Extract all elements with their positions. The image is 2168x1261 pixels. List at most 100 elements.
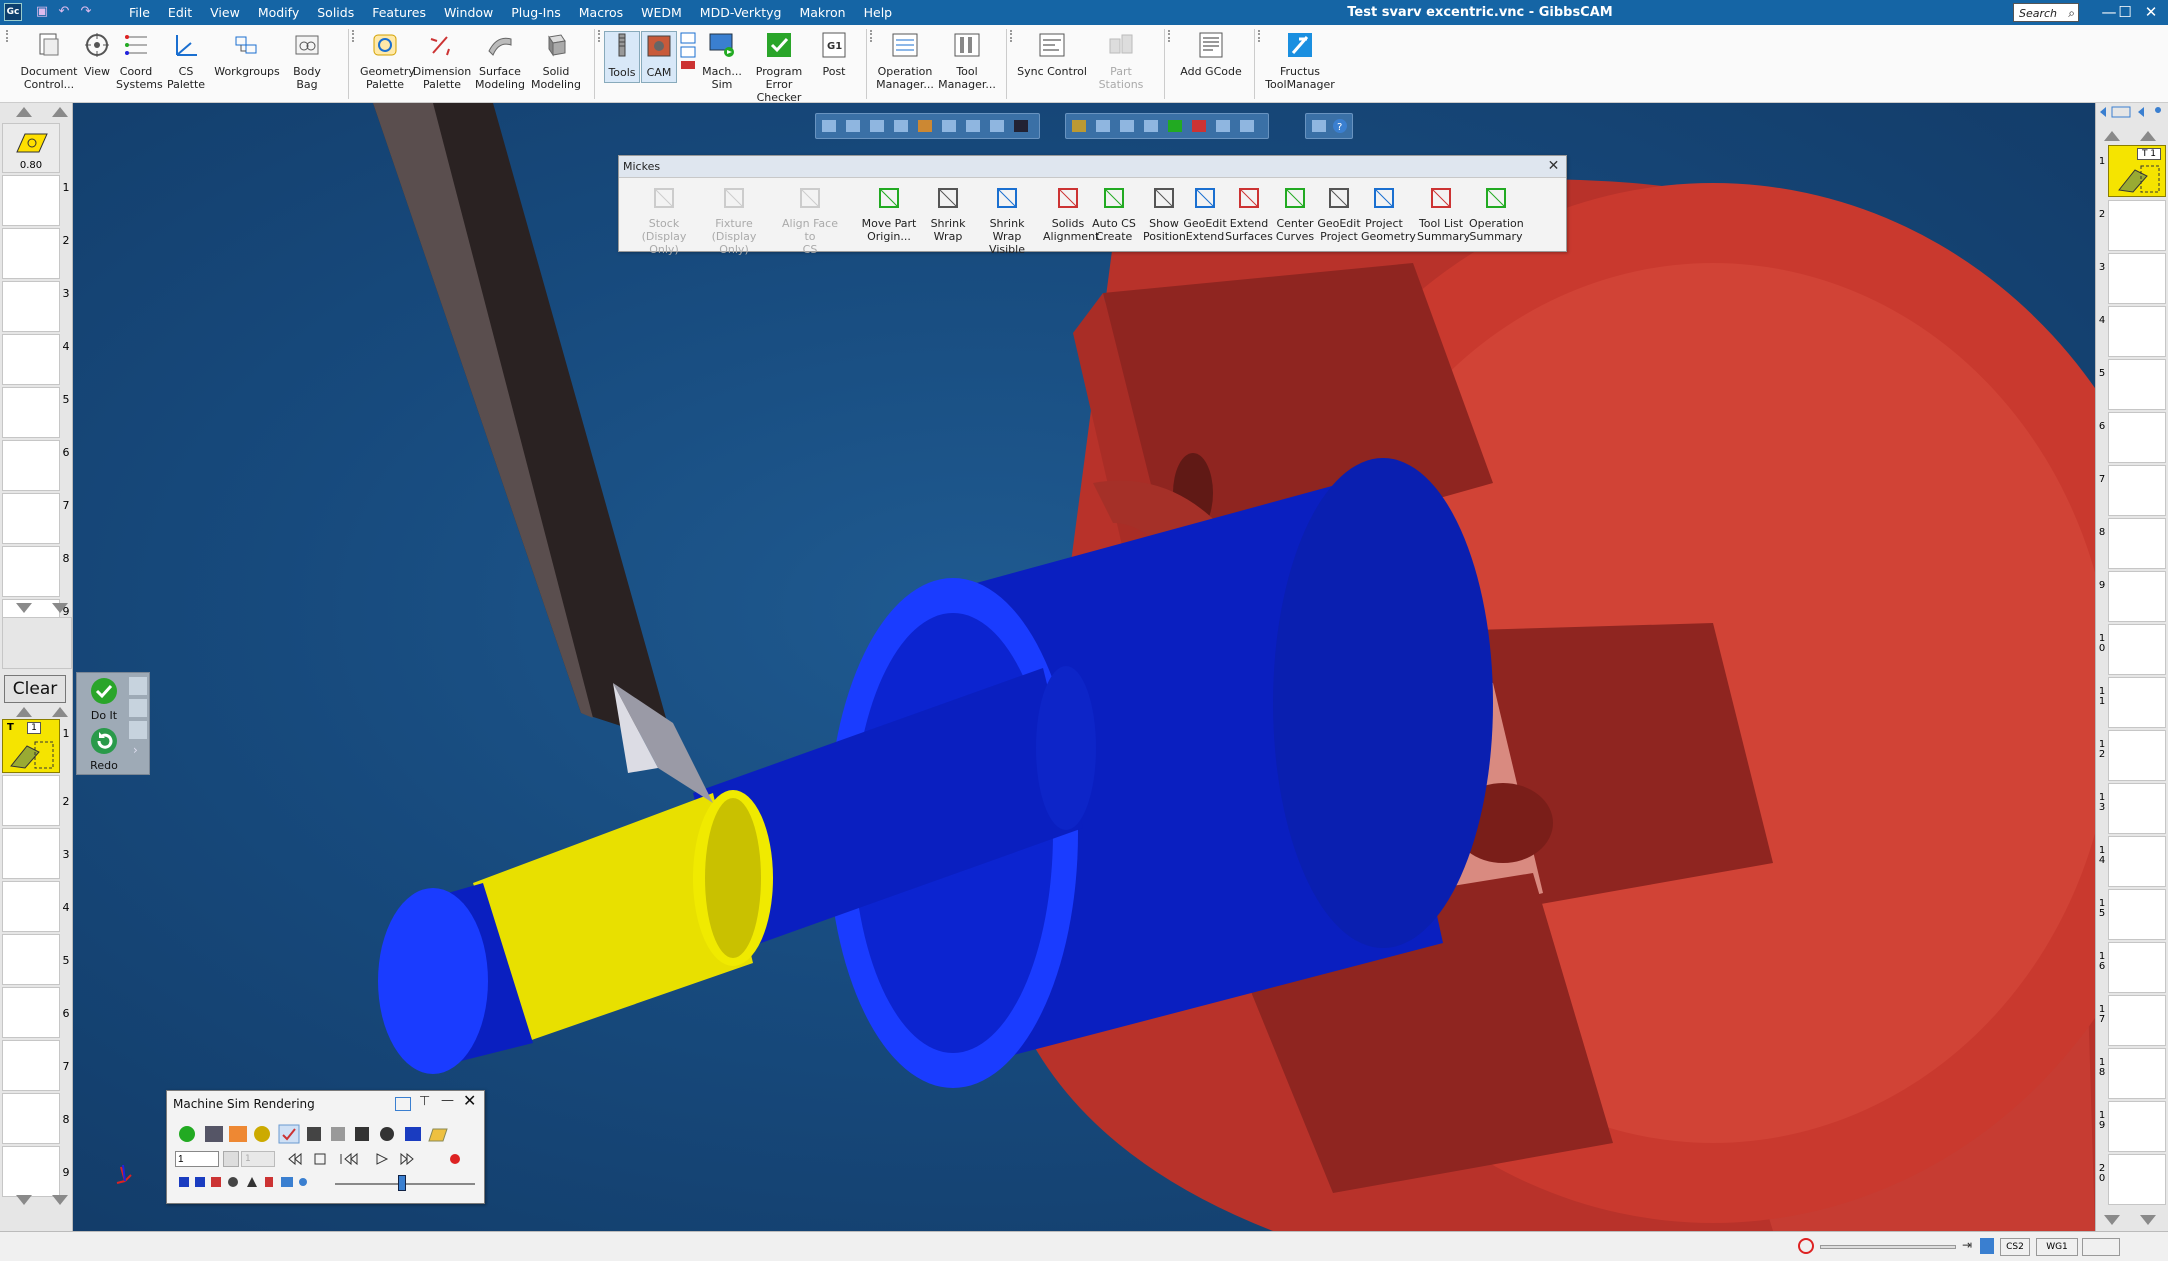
undo-icon[interactable]: ↶ [56, 4, 72, 20]
playback-controls[interactable] [285, 1151, 475, 1167]
tile-slot[interactable] [2, 1040, 60, 1091]
tile-slot[interactable] [2108, 624, 2166, 675]
tile-slot[interactable] [2108, 412, 2166, 463]
open-icon[interactable] [129, 699, 147, 717]
scroll-up-icon[interactable] [2104, 131, 2120, 141]
tile-slot[interactable] [2, 987, 60, 1038]
view-mode-icons[interactable] [177, 1173, 317, 1191]
tile-slot[interactable] [2, 546, 60, 597]
cam-sub-icons[interactable] [678, 29, 700, 76]
status-cs[interactable]: CS2 [2000, 1238, 2030, 1256]
scroll-up-icon[interactable] [52, 107, 68, 117]
trash-icon[interactable] [1980, 1238, 1994, 1254]
tile-slot[interactable] [2, 387, 60, 438]
tile-slot[interactable] [2108, 1101, 2166, 1152]
save-icon[interactable] [129, 721, 147, 739]
3d-viewport[interactable]: ? [73, 103, 2095, 1231]
tool-manager-button[interactable]: Tool Manager... [936, 31, 998, 91]
expand-icon[interactable]: › [133, 743, 138, 757]
tile-slot[interactable] [2108, 518, 2166, 569]
menu-wedm[interactable]: WEDM [632, 0, 691, 25]
close-button[interactable]: ✕ [2134, 0, 2168, 25]
menu-view[interactable]: View [201, 0, 249, 25]
status-indicator[interactable] [2082, 1238, 2120, 1256]
tile-slot[interactable] [2, 1093, 60, 1144]
app-icon[interactable]: Gc [4, 3, 22, 21]
menu-file[interactable]: File [120, 0, 159, 25]
speed-slider-thumb[interactable] [398, 1175, 407, 1191]
step-input[interactable] [175, 1151, 219, 1167]
scroll-down-icon[interactable] [2140, 1215, 2156, 1225]
solid-modeling-button[interactable]: Solid Modeling [528, 31, 584, 91]
tile-slot[interactable] [2, 1146, 60, 1197]
operation-summary-button[interactable]: Operation Summary [1469, 184, 1524, 243]
show-position-button[interactable]: Show Position [1143, 184, 1186, 243]
menu-solids[interactable]: Solids [308, 0, 363, 25]
scroll-down-icon[interactable] [16, 603, 32, 613]
tile-slot[interactable] [2108, 306, 2166, 357]
geometry-tile[interactable]: 0.80 [2, 123, 60, 173]
tile-slot[interactable] [2108, 889, 2166, 940]
document-control-button[interactable]: Document Control... [20, 31, 78, 91]
extend-surfaces-button[interactable]: Extend Surfaces [1225, 184, 1273, 243]
redo-icon[interactable]: ↷ [78, 4, 94, 20]
tile-slot[interactable] [2108, 253, 2166, 304]
solids-alignment-button[interactable]: Solids Alignment [1043, 184, 1099, 243]
fructus-toolmanager-button[interactable]: Fructus ToolManager [1262, 31, 1338, 91]
scroll-up-icon[interactable] [16, 107, 32, 117]
tool-list-button[interactable]: Tool List Summary [1417, 184, 1470, 243]
tile-slot[interactable] [2, 175, 60, 226]
step-select[interactable]: 1 [241, 1151, 275, 1167]
scroll-up-icon[interactable] [2140, 131, 2156, 141]
menu-macros[interactable]: Macros [570, 0, 632, 25]
view-toolbar-2[interactable] [1065, 113, 1269, 139]
tile-slot[interactable] [2, 228, 60, 279]
sync-control-button[interactable]: Sync Control [1016, 31, 1088, 78]
tile-slot[interactable] [2108, 836, 2166, 887]
menu-mdd-verktyg[interactable]: MDD-Verktyg [691, 0, 791, 25]
menu-help[interactable]: Help [855, 0, 902, 25]
save-icon[interactable]: ▣ [34, 4, 50, 20]
tile-slot[interactable] [2108, 571, 2166, 622]
tile-slot[interactable] [2, 828, 60, 879]
tile-slot[interactable] [2108, 1154, 2166, 1205]
tile-slot[interactable] [2, 334, 60, 385]
tile-slot[interactable] [2, 775, 60, 826]
tile-slot[interactable] [2108, 200, 2166, 251]
operation-manager-button[interactable]: Operation Manager... [874, 31, 936, 91]
scroll-down-icon[interactable] [16, 1195, 32, 1205]
cam-button[interactable]: CAM [641, 31, 677, 83]
redo-button[interactable]: Redo [81, 727, 127, 773]
tile-slot[interactable] [2108, 465, 2166, 516]
cs-palette-button[interactable]: CS Palette [158, 31, 214, 91]
status-wg[interactable]: WG1 [2036, 1238, 2078, 1256]
do-it-button[interactable]: Do It [81, 677, 127, 723]
tile-slot[interactable] [2108, 730, 2166, 781]
tile-slot[interactable] [2, 881, 60, 932]
view-button[interactable]: View [80, 31, 114, 78]
stock-button[interactable]: Stock (Display Only) [637, 184, 691, 256]
dimension-palette-button[interactable]: Dimension Palette [412, 31, 472, 91]
dock-icon[interactable] [395, 1097, 411, 1111]
right-panel-controls-icon[interactable] [2098, 105, 2166, 119]
program-error-checker-button[interactable]: Program Error Checker [742, 31, 816, 104]
menu-plugins[interactable]: Plug-Ins [502, 0, 570, 25]
mickes-toolbar[interactable]: Mickes ✕ Stock (Display Only) Fixture (Disp… [618, 155, 1567, 256]
tile-slot[interactable] [2, 934, 60, 985]
geometry-palette-button[interactable]: Geometry Palette [360, 31, 415, 91]
tile-slot[interactable] [2108, 1048, 2166, 1099]
pin-icon[interactable]: ⊤ [419, 1094, 430, 1109]
tile-slot[interactable] [2, 281, 60, 332]
move-part-button[interactable]: Move Part Origin... [861, 184, 917, 243]
machine-sim-button[interactable]: Mach... Sim [702, 31, 742, 91]
close-icon[interactable]: ✕ [463, 1091, 476, 1110]
machine-sim-rendering-panel[interactable]: Machine Sim Rendering ⊤ — ✕ 1 [166, 1090, 485, 1204]
scroll-down-icon[interactable] [2104, 1215, 2120, 1225]
tile-slot[interactable] [2108, 677, 2166, 728]
right-tool-tile-t1[interactable]: T 1 [2108, 145, 2166, 197]
coord-systems-button[interactable]: Coord Systems [116, 31, 163, 91]
center-curves-button[interactable]: Center Curves [1273, 184, 1317, 243]
project-geometry-button[interactable]: Project Geometry [1361, 184, 1416, 243]
menu-modify[interactable]: Modify [249, 0, 308, 25]
body-bag-button[interactable]: Body Bag [282, 31, 332, 91]
